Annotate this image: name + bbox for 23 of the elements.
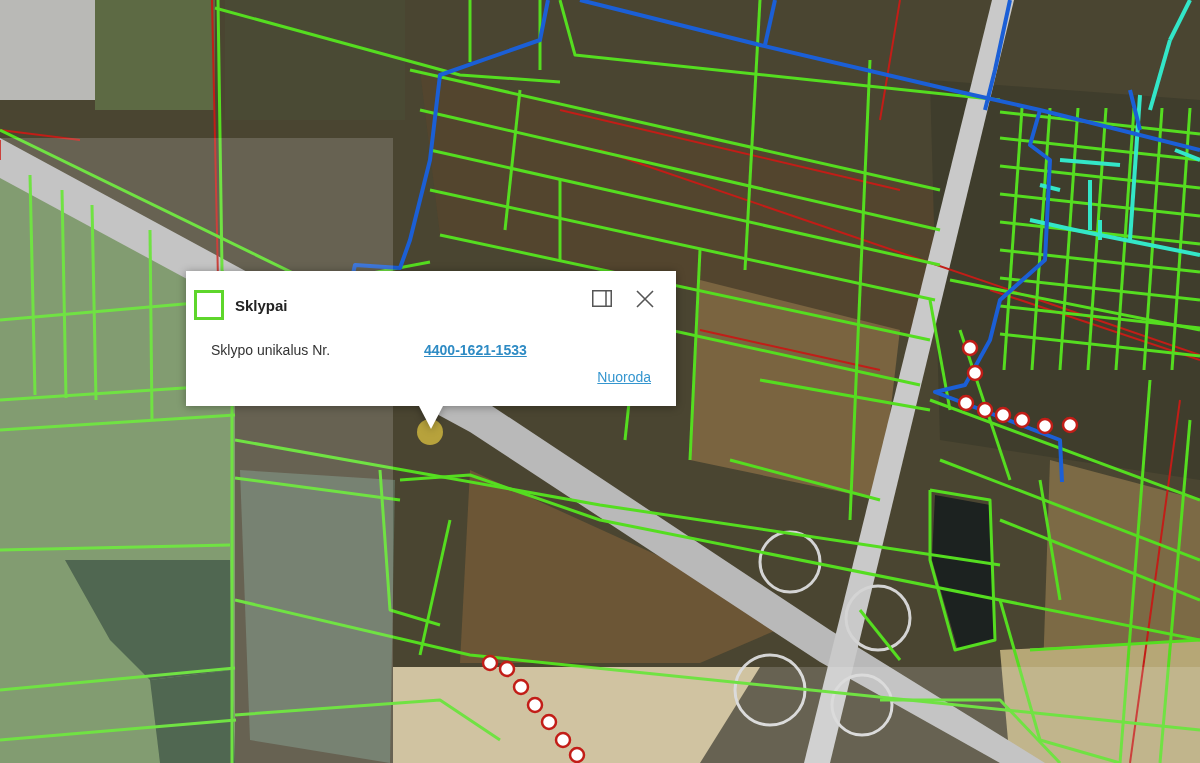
ring-marker-icon [481,654,499,672]
ring-marker-icon [966,364,984,382]
ring-marker-icon [526,696,544,714]
reference-link[interactable]: Nuoroda [597,369,651,386]
dock-panel-button[interactable] [592,290,612,307]
ring-marker-icon [1061,416,1079,434]
ring-marker-icon [1036,417,1054,435]
ring-marker-icon [540,713,558,731]
ring-marker-icon [976,401,994,419]
ring-marker-icon [498,660,516,678]
ring-marker-icon [961,339,979,357]
ring-marker-icon [512,678,530,696]
ring-marker-icon [994,406,1012,424]
ring-marker-icon [554,731,572,749]
location-marker-icon [417,419,443,445]
parcel-number-link[interactable]: 4400-1621-1533 [424,342,527,359]
ring-marker-icon [1013,411,1031,429]
close-button[interactable] [636,290,654,308]
ring-marker-icon [568,746,586,763]
popup-title: Sklypai [235,296,289,314]
ring-marker-icon [957,394,975,412]
attribute-label: Sklypo unikalus Nr. [211,342,332,359]
layer-swatch-icon [194,290,224,320]
